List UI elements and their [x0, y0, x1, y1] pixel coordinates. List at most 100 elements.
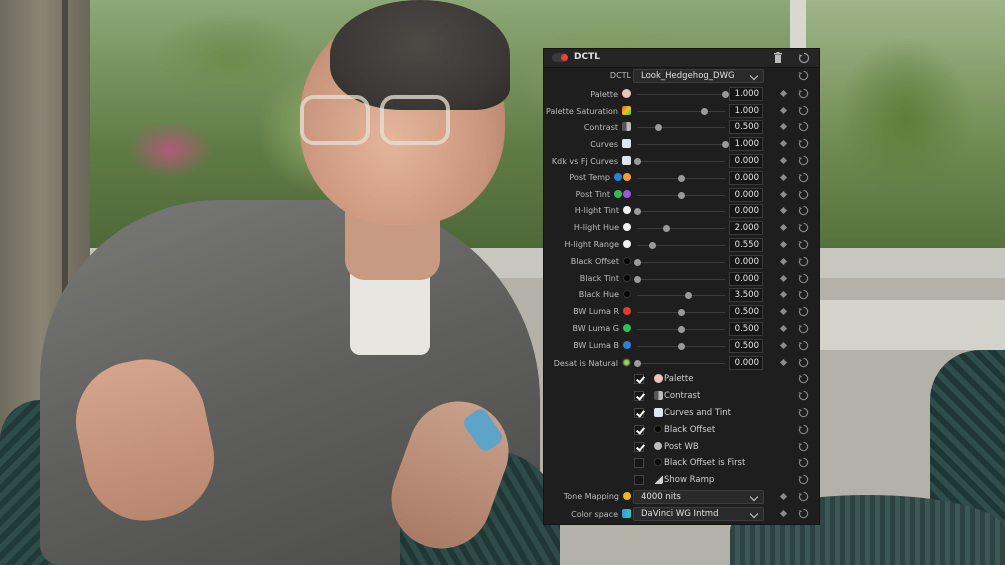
- keyframe-diamond-icon[interactable]: [779, 308, 788, 316]
- reset-icon[interactable]: [798, 273, 809, 287]
- reset-icon[interactable]: [798, 407, 809, 421]
- keyframe-diamond-icon[interactable]: [779, 123, 788, 131]
- value-field[interactable]: 0.000: [729, 187, 763, 202]
- keyframe-diamond-icon[interactable]: [779, 291, 788, 299]
- keyframe-diamond-icon[interactable]: [779, 492, 788, 501]
- slider-thumb[interactable]: [722, 141, 729, 149]
- checkbox[interactable]: [634, 408, 644, 418]
- slider-thumb[interactable]: [700, 107, 708, 115]
- keyframe-diamond-icon[interactable]: [779, 156, 788, 165]
- reset-icon[interactable]: [798, 390, 809, 404]
- reset-icon[interactable]: [798, 121, 809, 135]
- value-field[interactable]: 1.000: [729, 103, 763, 118]
- color-space-dropdown[interactable]: DaVinci WG Intmd: [633, 506, 764, 521]
- slider-track[interactable]: [637, 295, 725, 297]
- reset-icon[interactable]: [798, 239, 809, 253]
- value-field[interactable]: 0.000: [729, 355, 763, 370]
- keyframe-diamond-icon[interactable]: [779, 324, 788, 333]
- value-field[interactable]: 2.000: [729, 221, 763, 236]
- keyframe-diamond-icon[interactable]: [779, 358, 788, 366]
- keyframe-diamond-icon[interactable]: [779, 173, 788, 181]
- slider-thumb[interactable]: [655, 124, 663, 132]
- reset-icon[interactable]: [798, 508, 809, 522]
- reset-icon[interactable]: [798, 256, 809, 270]
- reset-icon[interactable]: [798, 289, 809, 303]
- slider-track[interactable]: [637, 261, 725, 263]
- checkbox[interactable]: [634, 475, 644, 486]
- slider-thumb[interactable]: [634, 208, 641, 216]
- keyframe-diamond-icon[interactable]: [779, 106, 788, 114]
- slider-thumb[interactable]: [634, 158, 641, 165]
- reset-icon[interactable]: [798, 441, 809, 455]
- slider-track[interactable]: [637, 93, 725, 95]
- value-field[interactable]: 0.500: [729, 305, 763, 320]
- slider-thumb[interactable]: [634, 258, 641, 266]
- value-field[interactable]: 0.000: [729, 204, 763, 219]
- reset-icon[interactable]: [798, 424, 809, 438]
- keyframe-diamond-icon[interactable]: [779, 190, 788, 198]
- slider-thumb[interactable]: [663, 225, 671, 233]
- reset-icon[interactable]: [798, 323, 809, 337]
- slider-thumb[interactable]: [648, 242, 656, 249]
- value-field[interactable]: 0.000: [729, 254, 763, 269]
- reset-icon[interactable]: [798, 340, 809, 354]
- checkbox[interactable]: [634, 424, 644, 435]
- value-field[interactable]: 1.000: [729, 86, 763, 101]
- slider-thumb[interactable]: [678, 191, 685, 199]
- checkbox[interactable]: [634, 391, 644, 402]
- slider-thumb[interactable]: [678, 309, 685, 317]
- reset-icon[interactable]: [798, 205, 809, 219]
- value-field[interactable]: 0.500: [729, 322, 763, 336]
- keyframe-diamond-icon[interactable]: [779, 274, 788, 282]
- value-field[interactable]: 0.500: [729, 120, 763, 135]
- slider-track[interactable]: [637, 127, 725, 129]
- reset-icon[interactable]: [798, 306, 809, 320]
- value-field[interactable]: 1.000: [729, 137, 763, 152]
- value-field[interactable]: 0.000: [729, 170, 763, 185]
- keyframe-diamond-icon[interactable]: [779, 224, 788, 232]
- slider-thumb[interactable]: [678, 342, 685, 350]
- keyframe-diamond-icon[interactable]: [779, 240, 788, 249]
- slider-track[interactable]: [637, 278, 725, 280]
- keyframe-diamond-icon[interactable]: [779, 341, 788, 349]
- reset-icon[interactable]: [798, 105, 809, 119]
- checkbox[interactable]: [634, 374, 644, 385]
- slider-track[interactable]: [637, 362, 725, 364]
- checkbox[interactable]: [634, 441, 644, 452]
- reset-icon[interactable]: [798, 189, 809, 203]
- slider-thumb[interactable]: [722, 90, 729, 98]
- dctl-dropdown[interactable]: Look_Hedgehog_DWG: [633, 69, 764, 83]
- checkbox[interactable]: [634, 458, 644, 469]
- slider-thumb[interactable]: [678, 174, 685, 182]
- slider-track[interactable]: [637, 144, 725, 146]
- value-field[interactable]: 0.500: [729, 338, 763, 353]
- reset-icon[interactable]: [798, 155, 809, 169]
- trash-icon[interactable]: [773, 52, 783, 64]
- panel-reset-icon[interactable]: [798, 52, 810, 64]
- reset-icon[interactable]: [798, 222, 809, 236]
- slider-thumb[interactable]: [634, 275, 641, 283]
- keyframe-diamond-icon[interactable]: [779, 89, 788, 97]
- slider-thumb[interactable]: [634, 359, 641, 367]
- value-field[interactable]: 0.000: [729, 154, 763, 168]
- keyframe-diamond-icon[interactable]: [779, 140, 788, 148]
- reset-icon[interactable]: [798, 373, 809, 387]
- reset-icon[interactable]: [798, 491, 809, 505]
- slider-track[interactable]: [637, 211, 725, 213]
- keyframe-diamond-icon[interactable]: [779, 207, 788, 215]
- value-field[interactable]: 0.550: [729, 238, 763, 252]
- reset-icon[interactable]: [798, 474, 809, 488]
- keyframe-diamond-icon[interactable]: [779, 257, 788, 265]
- reset-icon[interactable]: [798, 70, 809, 84]
- slider-track[interactable]: [637, 228, 725, 230]
- reset-icon[interactable]: [798, 457, 809, 471]
- slider-track[interactable]: [637, 110, 725, 112]
- value-field[interactable]: 3.500: [729, 288, 763, 303]
- tone-mapping-dropdown[interactable]: 4000 nits: [633, 490, 764, 504]
- slider-thumb[interactable]: [678, 326, 685, 333]
- reset-icon[interactable]: [798, 357, 809, 371]
- reset-icon[interactable]: [798, 138, 809, 152]
- reset-icon[interactable]: [798, 88, 809, 102]
- enable-toggle[interactable]: [552, 53, 568, 62]
- keyframe-diamond-icon[interactable]: [779, 509, 788, 517]
